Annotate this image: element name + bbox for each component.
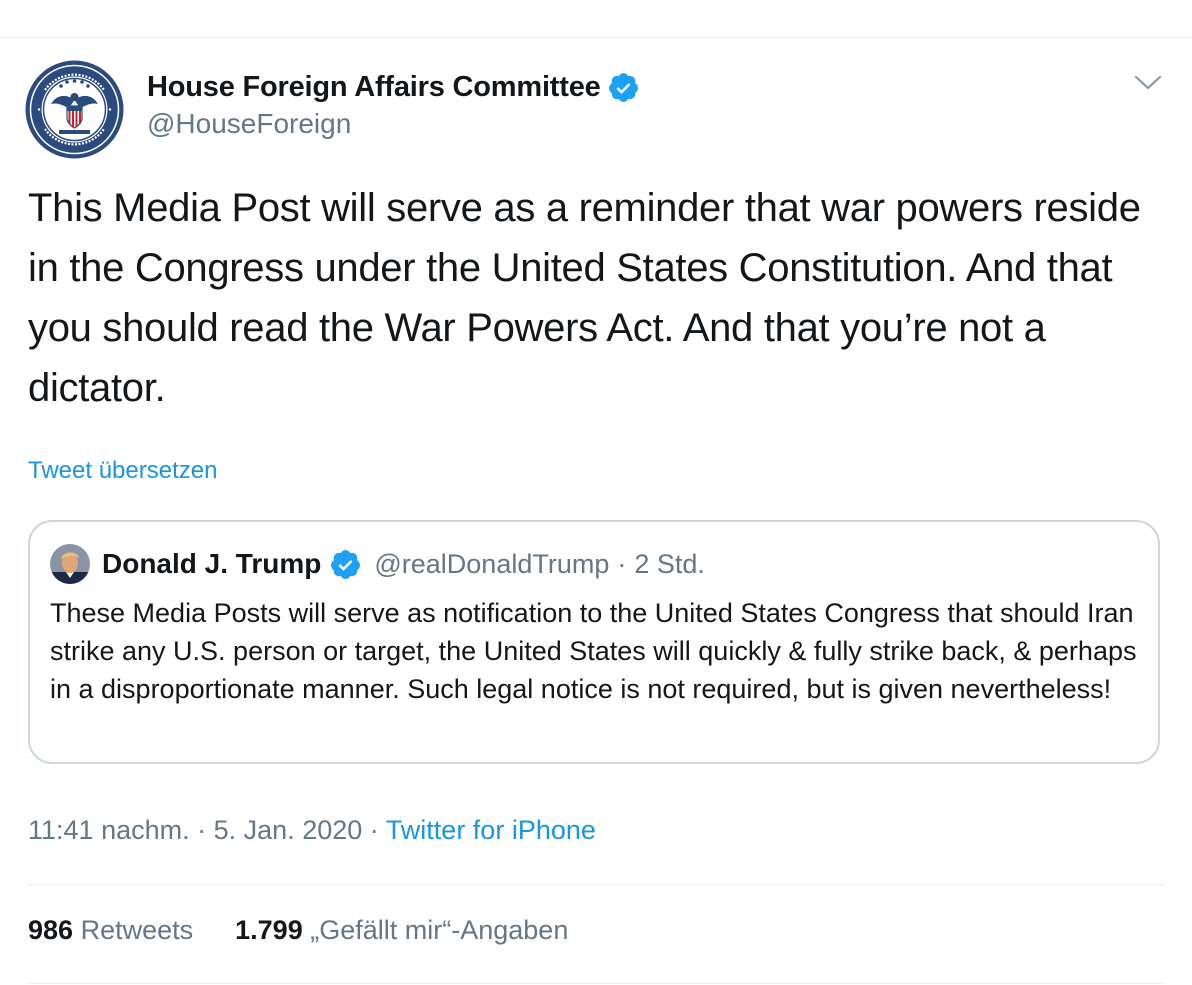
quoted-tweet-header: Donald J. Trump @realDonaldTrump · 2 Std… [50,544,705,584]
tweet-detail-page: House Foreign Affairs Committee @HouseFo… [0,0,1192,985]
verified-badge-icon [607,71,640,104]
tweet-meta: 11:41 nachm. · 5. Jan. 2020 · Twitter fo… [28,815,596,846]
quoted-tweet-time: 2 Std. [634,548,705,579]
retweets-label: Retweets [80,915,194,945]
likes-count: 1.799 [235,915,303,945]
top-divider [0,37,1192,38]
more-options-button[interactable] [1128,68,1168,98]
author-name: House Foreign Affairs Committee [147,70,601,103]
committee-seal-icon [25,60,124,159]
likes-label: „Gefällt mir“-Angaben [310,915,569,945]
retweets-stat[interactable]: 986 Retweets [28,915,193,946]
tweet-date[interactable]: 5. Jan. 2020 [214,815,363,845]
quoted-tweet-card[interactable]: Donald J. Trump @realDonaldTrump · 2 Std… [28,520,1160,764]
quoted-author-avatar[interactable] [50,544,90,584]
profile-photo-icon [50,544,90,584]
quoted-author-name: Donald J. Trump [102,548,322,579]
divider [28,884,1164,885]
separator-dot: · [197,815,207,845]
chevron-down-icon [1134,75,1162,90]
translate-tweet-link[interactable]: Tweet übersetzen [28,457,217,485]
tweet-stats: 986 Retweets 1.799 „Gefällt mir“-Angaben [28,915,568,946]
tweet-text: This Media Post will serve as a reminder… [28,186,1141,410]
likes-stat[interactable]: 1.799 „Gefällt mir“-Angaben [235,915,568,946]
author-avatar[interactable] [25,60,124,159]
separator-dot: · [617,548,627,579]
divider [28,983,1164,984]
tweet-time[interactable]: 11:41 nachm. [28,815,190,845]
quoted-tweet-text: These Media Posts will serve as notifica… [50,598,1137,704]
retweets-count: 986 [28,915,74,945]
author-name-row[interactable]: House Foreign Affairs Committee [147,68,640,106]
verified-badge-icon [329,548,362,581]
tweet-source-link[interactable]: Twitter for iPhone [386,815,596,845]
quoted-author-handle: @realDonaldTrump [374,548,610,579]
author-handle[interactable]: @HouseForeign [147,108,351,140]
separator-dot: · [369,815,379,845]
